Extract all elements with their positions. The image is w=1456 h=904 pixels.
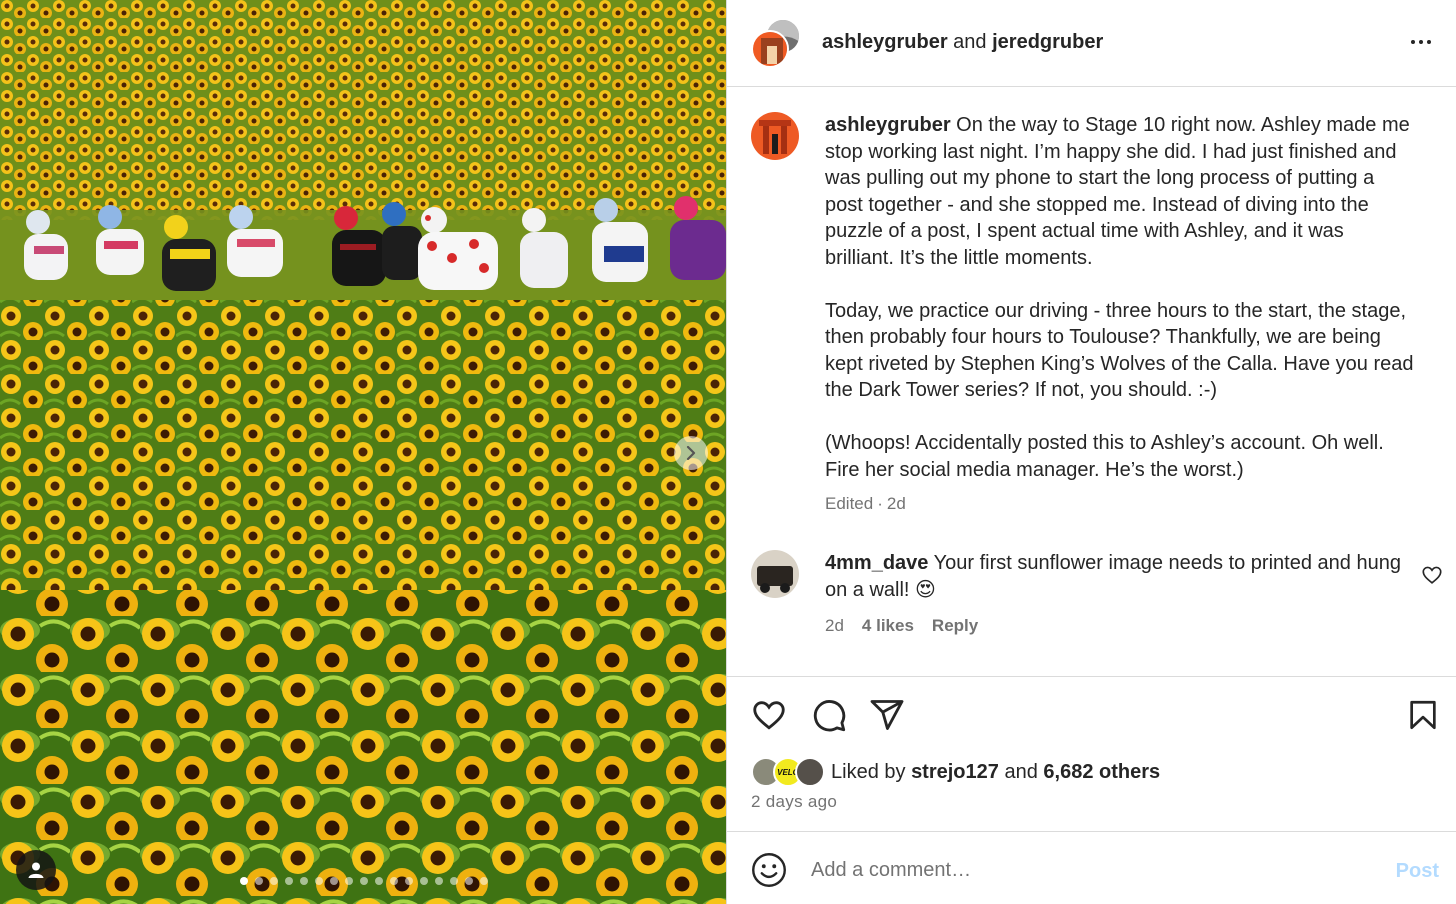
- caption-meta: Edited · 2d: [825, 494, 906, 514]
- carousel-dot: [270, 877, 278, 885]
- post-header: ashleygruber and jeredgruber: [727, 0, 1456, 87]
- comment-username[interactable]: 4mm_dave: [825, 552, 928, 574]
- carousel-dot: [330, 877, 338, 885]
- chevron-right-icon: [686, 446, 696, 460]
- liked-by-user[interactable]: strejo127: [911, 761, 999, 784]
- carousel-dot: [360, 877, 368, 885]
- carousel-indicator: [240, 877, 488, 885]
- comment-icon: [813, 700, 846, 732]
- carousel-dot: [450, 877, 458, 885]
- post-actions: VELO Liked by strejo127 and 6,682 others…: [727, 676, 1456, 831]
- owners-joiner: and: [953, 31, 987, 53]
- user-tag-icon: [28, 862, 44, 878]
- comment-likes[interactable]: 4 likes: [862, 616, 914, 636]
- carousel-dot: [405, 877, 413, 885]
- tagged-users-button[interactable]: [16, 850, 56, 890]
- caption-username[interactable]: ashleygruber: [825, 114, 951, 136]
- owner-username-2[interactable]: jeredgruber: [992, 31, 1103, 53]
- comment-composer: Post: [727, 831, 1456, 904]
- post-comment-button[interactable]: Post: [1396, 860, 1439, 883]
- caption-avatar[interactable]: [751, 112, 799, 160]
- carousel-dot: [240, 877, 248, 885]
- carousel-dot: [465, 877, 473, 885]
- heart-icon: [753, 701, 785, 730]
- carousel-dot: [435, 877, 443, 885]
- carousel-dot: [300, 877, 308, 885]
- share-icon: [870, 700, 904, 730]
- sunflower-photo: [0, 0, 726, 904]
- carousel-dot: [420, 877, 428, 885]
- post-owners: ashleygruber and jeredgruber: [822, 30, 1103, 54]
- more-options-button[interactable]: [1407, 30, 1435, 54]
- caption-text: ashleygruber On the way to Stage 10 righ…: [825, 112, 1415, 483]
- post-photo[interactable]: [0, 0, 726, 904]
- carousel-dot: [375, 877, 383, 885]
- post-time[interactable]: 2 days ago: [751, 792, 837, 812]
- liked-by-others[interactable]: 6,682 others: [1043, 761, 1160, 784]
- emoji-icon[interactable]: [751, 852, 787, 888]
- likes-summary[interactable]: VELO Liked by strejo127 and 6,682 others: [751, 757, 1160, 787]
- comment-button[interactable]: [809, 695, 849, 735]
- edited-label: Edited: [825, 494, 874, 513]
- caption-age[interactable]: 2d: [887, 494, 906, 514]
- caption-body: On the way to Stage 10 right now. Ashley…: [825, 114, 1414, 481]
- carousel-next-button[interactable]: [674, 436, 708, 470]
- comment-meta: 2d 4 likes Reply: [825, 616, 978, 636]
- comment-input[interactable]: [811, 852, 1351, 888]
- carousel-dot: [255, 877, 263, 885]
- carousel-dot: [285, 877, 293, 885]
- carousel-dot: [315, 877, 323, 885]
- more-icon: [1411, 40, 1415, 44]
- comment-age[interactable]: 2d: [825, 616, 844, 636]
- liked-by-joiner: and: [1004, 760, 1038, 783]
- avatar-ashleygruber: [751, 30, 789, 68]
- comment-like-heart-icon[interactable]: [1421, 564, 1443, 586]
- comments-section[interactable]: ashleygruber On the way to Stage 10 righ…: [727, 88, 1456, 675]
- owner-username-1[interactable]: ashleygruber: [822, 31, 948, 53]
- collab-avatars[interactable]: [751, 18, 801, 68]
- liked-by-prefix: Liked by: [831, 760, 906, 783]
- post-side-panel: ashleygruber and jeredgruber ashleygrube…: [726, 0, 1456, 904]
- liker-avatars: VELO: [751, 757, 827, 787]
- carousel-dot: [480, 877, 488, 885]
- like-button[interactable]: [749, 695, 789, 735]
- share-button[interactable]: [867, 695, 907, 735]
- comment-text: 4mm_dave Your first sunflower image need…: [825, 550, 1415, 603]
- liker-avatar-3: [795, 757, 825, 787]
- comment-reply-button[interactable]: Reply: [932, 616, 978, 636]
- bookmark-icon: [1410, 700, 1436, 730]
- meta-separator: ·: [877, 494, 883, 513]
- carousel-dot: [345, 877, 353, 885]
- comment-avatar[interactable]: [751, 550, 799, 598]
- save-button[interactable]: [1403, 695, 1443, 735]
- carousel-dot: [390, 877, 398, 885]
